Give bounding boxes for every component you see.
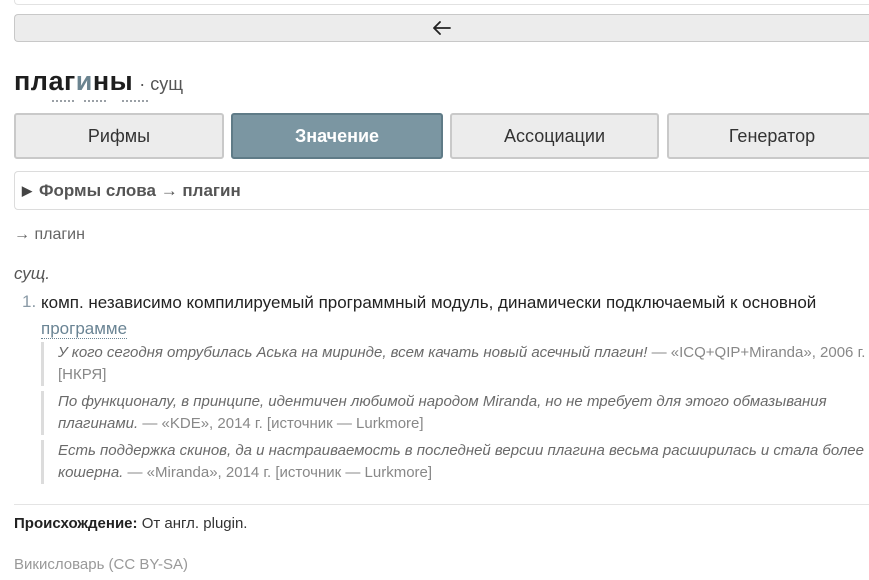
tab-associations[interactable]: Ассоциации [450, 113, 659, 159]
part-of-speech: сущ. [14, 264, 51, 283]
part-of-speech-label: · сущ [139, 74, 184, 94]
tab-generator[interactable]: Генератор [667, 113, 869, 159]
definition-link[interactable]: программе [41, 319, 128, 339]
example-source: — «KDE», 2014 г. [источник — Lurkmore] [142, 415, 424, 432]
section-divider [14, 504, 869, 505]
tab-rhymes[interactable]: Рифмы [14, 113, 224, 159]
headword-part-1: плаг [14, 66, 76, 96]
headword: плагины [14, 66, 148, 102]
example-source: — «Miranda», 2014 г. [источник — Lurkmor… [127, 464, 433, 481]
origin-text: От англ. plugin. [141, 515, 248, 532]
example-quote: Есть поддержка скинов, да и настраиваемо… [41, 440, 869, 484]
example-text: У кого сегодня отрубилась Аська на мирин… [58, 344, 648, 361]
syllable-marker [84, 100, 106, 102]
example-quote: У кого сегодня отрубилась Аська на мирин… [41, 342, 869, 386]
word-forms-label: Формы слова → плагин [39, 180, 241, 200]
expand-triangle-icon: ▶ [22, 182, 32, 198]
word-title: плагины · сущ [14, 66, 184, 102]
headword-part-2: ны [92, 66, 134, 96]
license-note[interactable]: Викисловарь (CC BY-SA) [14, 556, 188, 573]
syllable-marker [52, 100, 74, 102]
example-quote: По функционалу, в принципе, идентичен лю… [41, 391, 869, 435]
definition-text: комп. независимо компилируемый программн… [41, 290, 869, 342]
definition-number: 1. [22, 292, 37, 311]
definition-body: комп. независимо компилируемый программн… [41, 293, 817, 312]
word-forms-toggle[interactable]: ▶ Формы слова → плагин [14, 171, 869, 210]
back-button[interactable] [14, 14, 869, 42]
syllable-marker [122, 100, 148, 102]
arrow-left-icon [433, 21, 451, 35]
origin-line: Происхождение: От англ. plugin. [14, 515, 247, 532]
origin-label: Происхождение: [14, 515, 138, 532]
lemma-link[interactable]: → плагин [14, 226, 85, 244]
headword-stressed-letter: и [75, 66, 93, 96]
tab-bar: Рифмы Значение Ассоциации Генератор [14, 113, 869, 159]
tab-meaning[interactable]: Значение [231, 113, 443, 159]
top-divider [14, 0, 869, 5]
